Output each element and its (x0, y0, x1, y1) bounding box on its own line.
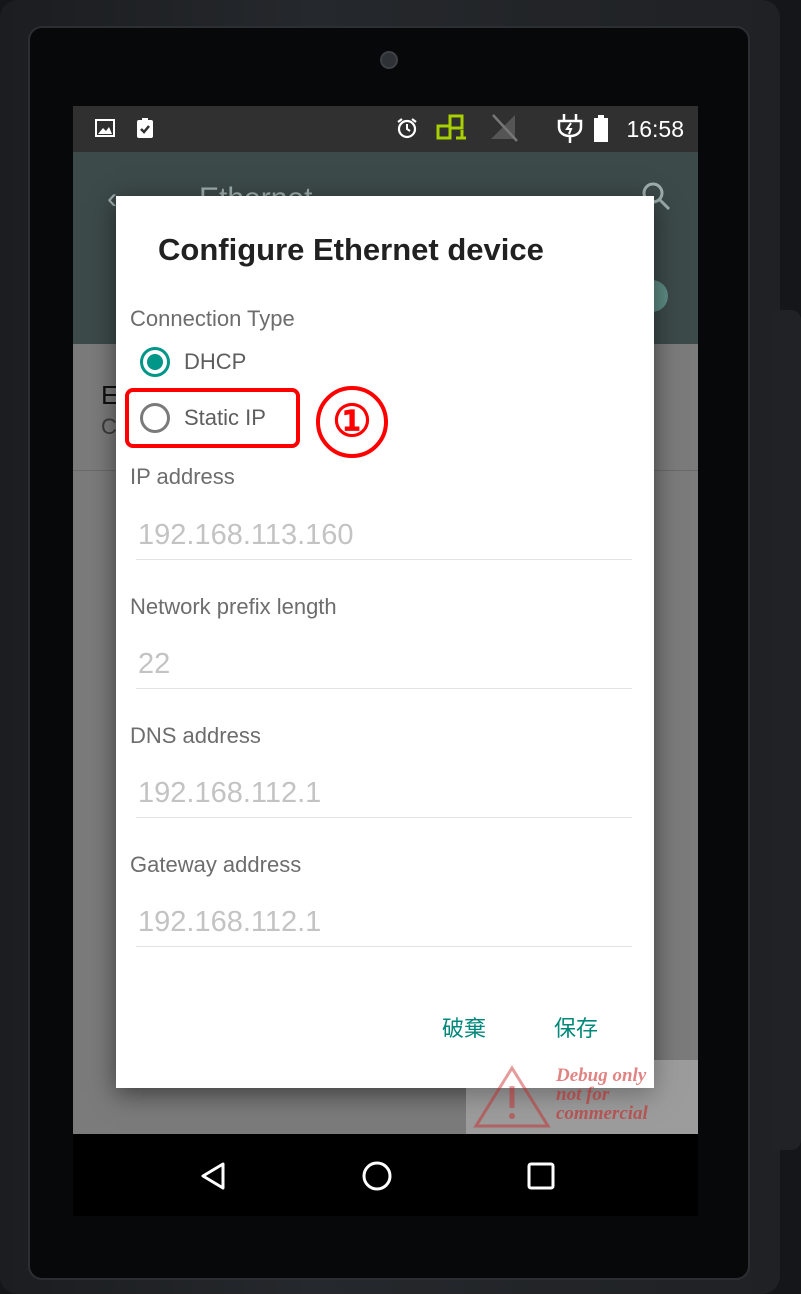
plug-icon (555, 112, 585, 144)
connection-type-label: Connection Type (130, 306, 295, 331)
watermark-line-3: commercial (556, 1103, 648, 1124)
radio-dhcp-label: DHCP (184, 349, 247, 374)
back-nav-icon[interactable] (193, 1156, 233, 1196)
dns-address-label: DNS address (130, 723, 261, 748)
watermark-line-2: not for (556, 1084, 610, 1105)
battery-icon (593, 115, 609, 143)
clipboard-check-icon (133, 116, 157, 140)
settings-row-subtitle: C (101, 414, 117, 439)
discard-button[interactable]: 破棄 (442, 1011, 486, 1043)
alarm-icon (395, 116, 419, 140)
image-icon (93, 116, 117, 140)
watermark-line-1: Debug only (556, 1065, 647, 1086)
status-bar: 16:58 (73, 106, 698, 152)
gateway-address-field[interactable]: 192.168.112.1 (136, 897, 632, 947)
watermark-text: Debug only not for commercial (556, 1066, 696, 1123)
gateway-address-label: Gateway address (130, 852, 302, 877)
configure-ethernet-dialog: Configure Ethernet device Connection Typ… (116, 196, 654, 1088)
phone-screen: 16:58 ‹ Ethernet E C Configure Ethernet … (73, 106, 698, 1216)
save-button[interactable]: 保存 (554, 1011, 598, 1043)
prefix-length-label: Network prefix length (130, 594, 337, 619)
status-time: 16:58 (626, 116, 684, 142)
annotation-step-marker: ① (316, 386, 388, 458)
debug-watermark: Debug only not for commercial (466, 1060, 698, 1134)
recents-nav-icon[interactable] (521, 1156, 561, 1196)
home-nav-icon[interactable] (357, 1156, 397, 1196)
dns-address-field[interactable]: 192.168.112.1 (136, 768, 632, 818)
device-side-button (772, 310, 801, 1150)
ip-address-field[interactable]: 192.168.113.160 (136, 510, 632, 560)
no-signal-icon (487, 111, 521, 145)
radio-dhcp[interactable]: DHCP (140, 344, 246, 380)
ip-address-label: IP address (130, 464, 235, 489)
warning-icon (472, 1064, 552, 1135)
dialog-title: Configure Ethernet device (158, 232, 544, 267)
navigation-bar (73, 1134, 698, 1216)
radio-checked-icon[interactable] (140, 347, 170, 377)
annotation-highlight-box (125, 388, 300, 448)
prefix-length-field[interactable]: 22 (136, 639, 632, 689)
ethernet-icon (435, 112, 467, 144)
camera-icon (380, 51, 398, 69)
